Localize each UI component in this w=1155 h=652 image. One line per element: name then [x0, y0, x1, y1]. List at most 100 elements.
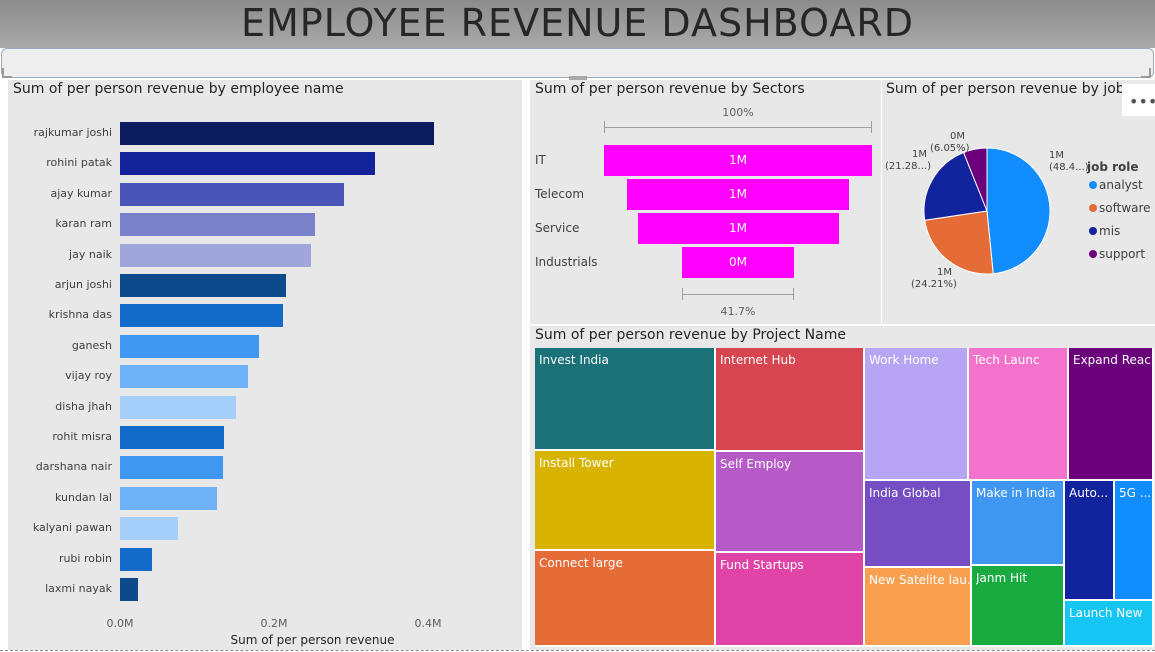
employee-bar[interactable]: [120, 456, 224, 480]
dashboard-title: EMPLOYEE REVENUE DASHBOARD: [240, 1, 914, 45]
treemap-tile-label: 5G ...: [1119, 486, 1152, 500]
funnel-top-rule-left: [604, 121, 605, 133]
pie-label-support: 0M (6.05%): [930, 131, 970, 154]
employee-name-label: karan ram: [55, 217, 112, 231]
employee-name-label: darshana nair: [35, 460, 112, 474]
legend-title: job role: [1087, 160, 1139, 174]
treemap-tile-label: Work Home: [869, 353, 939, 367]
employee-bar[interactable]: [120, 486, 218, 510]
pie-label-software: 1M (24.21%): [911, 267, 957, 290]
legend-marker: [1089, 181, 1097, 189]
treemap-tile[interactable]: India Global: [865, 481, 972, 568]
treemap-tile-label: Make in India: [976, 486, 1056, 500]
legend-marker: [1089, 227, 1097, 235]
employee-name-label: rohini patak: [46, 156, 112, 170]
funnel-category-label: IT: [535, 153, 546, 167]
treemap-tile[interactable]: 5G ...: [1115, 481, 1154, 601]
project-chart-title: Sum of per person revenue by Project Nam…: [535, 327, 846, 343]
employee-name-label: ganesh: [71, 338, 112, 352]
employee-name-label: rajkumar joshi: [33, 126, 112, 139]
employee-bar[interactable]: [120, 243, 311, 267]
treemap-tile-label: Launch New: [1069, 606, 1143, 620]
funnel-value-label: 1M: [729, 153, 747, 167]
treemap-tile[interactable]: Tech Launc: [969, 348, 1069, 481]
employee-bar[interactable]: [120, 152, 375, 176]
funnel-bar[interactable]: 1M: [604, 145, 872, 176]
legend-item-mis: mis: [1099, 224, 1121, 238]
treemap-tile[interactable]: Launch New: [1065, 601, 1154, 647]
employee-bar[interactable]: [120, 274, 286, 297]
pie-slice-software[interactable]: [924, 210, 994, 275]
employee-name-label: vijay roy: [65, 369, 112, 383]
treemap-tile[interactable]: Janm Hit: [972, 566, 1065, 647]
treemap-tile-label: Tech Launc: [973, 353, 1040, 367]
treemap-tile-label: Janm Hit: [976, 571, 1028, 585]
funnel-bar[interactable]: 1M: [626, 179, 850, 210]
funnel-category-label: Industrials: [535, 255, 598, 269]
pie-label-mis: 1M (21.28...): [885, 149, 931, 172]
sector-chart-title: Sum of per person revenue by Sectors: [535, 81, 805, 97]
employee-bar[interactable]: [120, 426, 224, 449]
employee-bar[interactable]: [120, 547, 153, 571]
treemap-tile[interactable]: Install Tower: [535, 451, 716, 551]
treemap-tile[interactable]: New Satelite lau...: [865, 568, 972, 647]
employee-name-label: arjun joshi: [54, 278, 112, 291]
treemap-tile[interactable]: Self Employ: [716, 452, 865, 553]
legend-item-support: support: [1099, 247, 1146, 261]
treemap-tile[interactable]: Work Home: [865, 348, 969, 481]
treemap-tile[interactable]: Make in India: [972, 481, 1065, 566]
x-tick-0: 0.0M: [106, 617, 134, 630]
employee-bar[interactable]: [120, 334, 260, 358]
treemap-tile[interactable]: Internet Hub: [716, 348, 865, 452]
legend-marker: [1089, 204, 1097, 212]
treemap-tile-label: Expand Reach: [1073, 353, 1152, 367]
employee-name-label: disha jhah: [55, 399, 112, 413]
funnel-top-rule-right: [871, 121, 872, 133]
treemap-tile-label: Auto...: [1069, 486, 1109, 500]
legend-item-analyst: analyst: [1099, 178, 1143, 192]
employee-bar[interactable]: [120, 365, 248, 389]
filter-strip[interactable]: [1, 48, 1154, 78]
employee-name-label: krishna das: [48, 308, 112, 322]
pie-slice-analyst[interactable]: [986, 147, 1051, 275]
legend-marker: [1089, 250, 1097, 258]
treemap-tile-label: Internet Hub: [720, 353, 796, 367]
corner-handle-right[interactable]: [1141, 68, 1151, 78]
funnel-category-label: Service: [535, 221, 580, 235]
x-tick-1: 0.2M: [260, 617, 288, 630]
funnel-value-label: 1M: [728, 187, 747, 201]
employee-name-label: rubi robin: [58, 551, 112, 565]
treemap-tile-label: Install Tower: [539, 456, 614, 470]
treemap-tile[interactable]: Invest India: [535, 348, 716, 451]
employee-bar[interactable]: [120, 213, 315, 237]
x-tick-2: 0.4M: [414, 617, 442, 630]
employee-bar[interactable]: [120, 395, 236, 419]
employee-bar[interactable]: [120, 517, 178, 541]
funnel-value-label: 1M: [729, 221, 747, 235]
treemap-tile[interactable]: Expand Reach: [1069, 348, 1154, 481]
treemap-tile[interactable]: Fund Startups: [716, 553, 865, 647]
employee-bar[interactable]: [120, 122, 435, 145]
employee-name-label: jay naik: [69, 247, 112, 261]
corner-handle-left[interactable]: [2, 68, 12, 78]
employee-name-label: ajay kumar: [50, 186, 112, 200]
treemap-tile[interactable]: Auto...: [1065, 481, 1115, 601]
funnel-value-label: 0M: [728, 255, 747, 269]
funnel-bar[interactable]: 0M: [682, 247, 794, 278]
employee-name-label: kalyani pawan: [32, 521, 112, 535]
funnel-bottom-percent: 41.7%: [720, 305, 756, 318]
funnel-category-label: Telecom: [535, 187, 585, 201]
employee-bar[interactable]: [120, 578, 138, 601]
funnel-bottom-rule-right: [793, 288, 794, 300]
pie-label-analyst: 1M (48.4...): [1049, 150, 1089, 173]
treemap-tile[interactable]: Connect large: [535, 551, 716, 647]
employee-name-label: laxmi nayak: [45, 582, 112, 595]
employee-bar[interactable]: [120, 304, 284, 328]
funnel-bottom-rule: [682, 294, 794, 295]
funnel-bar[interactable]: 1M: [637, 213, 839, 244]
treemap-tile-label: New Satelite lau...: [869, 573, 970, 587]
employee-bar[interactable]: [120, 182, 345, 206]
employee-name-label: kundan lal: [54, 490, 112, 504]
x-axis-title: Sum of per person revenue: [230, 633, 395, 647]
employee-chart-title: Sum of per person revenue by employee na…: [13, 81, 344, 97]
